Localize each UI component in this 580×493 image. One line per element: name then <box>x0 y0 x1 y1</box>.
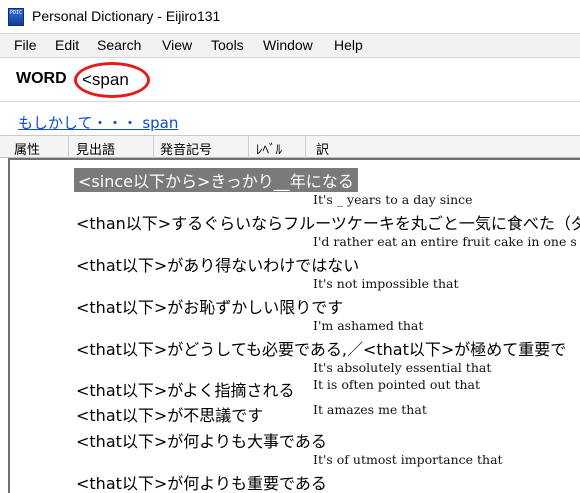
column-divider[interactable] <box>68 136 69 158</box>
list-item-translation: It amazes me that <box>313 402 427 417</box>
app-icon-label: PDIC <box>9 10 23 16</box>
column-divider[interactable] <box>248 136 249 158</box>
suggestion-bar: もしかして・・・ span <box>0 104 580 136</box>
list-item-headword[interactable]: <since以下から>きっかり__年になる <box>74 168 358 192</box>
list-item-headword[interactable]: <that以下>がよく指摘される <box>76 377 295 401</box>
list-item-translation: I'm ashamed that <box>313 318 424 333</box>
column-divider[interactable] <box>305 136 306 158</box>
menu-window[interactable]: Window <box>263 37 313 53</box>
list-item-translation: It's not impossible that <box>313 276 459 291</box>
column-headword[interactable]: 見出語 <box>76 139 115 158</box>
list-item-translation: It's absolutely essential that <box>313 360 492 375</box>
list-item-headword[interactable]: <that以下>がお恥ずかしい限りです <box>76 294 343 318</box>
list-item-headword[interactable]: <than以下>するぐらいならフルーツケーキを丸ごと一気に食べた（ダイ <box>76 210 580 234</box>
menu-view[interactable]: View <box>162 37 192 53</box>
list-item-headword[interactable]: <that以下>が不思議です <box>76 402 263 426</box>
list-item-translation: It is often pointed out that <box>313 377 481 392</box>
list-item-translation: It's _ years to a day since <box>313 192 473 207</box>
list-item-headword[interactable]: <that以下>が何よりも重要である <box>76 470 327 493</box>
results-list[interactable]: <since以下から>きっかり__年になる It's _ years to a … <box>8 158 580 493</box>
column-divider[interactable] <box>153 136 154 158</box>
menu-tools[interactable]: Tools <box>211 37 244 53</box>
column-level[interactable]: ﾚﾍﾞﾙ <box>256 139 282 158</box>
word-input[interactable] <box>74 66 578 94</box>
list-item-headword[interactable]: <that以下>が何よりも大事である <box>76 428 327 452</box>
word-label: WORD <box>16 70 67 87</box>
column-pronunciation[interactable]: 発音記号 <box>160 139 212 158</box>
list-item-translation: It's of utmost importance that <box>313 452 503 467</box>
column-attribute[interactable]: 属性 <box>14 139 40 158</box>
list-item-translation: I'd rather eat an entire fruit cake in o… <box>313 234 577 249</box>
suggestion-link[interactable]: もしかして・・・ span <box>18 112 178 133</box>
app-icon[interactable]: PDIC <box>8 8 24 26</box>
menu-bar: File Edit Search View Tools Window Help <box>0 34 580 58</box>
column-header: 属性 見出語 発音記号 ﾚﾍﾞﾙ 訳 <box>0 136 580 158</box>
menu-help[interactable]: Help <box>334 37 363 53</box>
list-item-headword[interactable]: <that以下>があり得ないわけではない <box>76 252 359 276</box>
search-bar: WORD <box>0 58 580 102</box>
menu-file[interactable]: File <box>14 37 37 53</box>
menu-edit[interactable]: Edit <box>55 37 79 53</box>
menu-search[interactable]: Search <box>97 37 141 53</box>
column-translation[interactable]: 訳 <box>316 139 329 158</box>
window-title: Personal Dictionary - Eijiro131 <box>32 8 221 24</box>
title-bar: PDIC Personal Dictionary - Eijiro131 <box>0 0 580 34</box>
list-item-headword[interactable]: <that以下>がどうしても必要である,／<that以下>が極めて重要で <box>76 336 566 360</box>
